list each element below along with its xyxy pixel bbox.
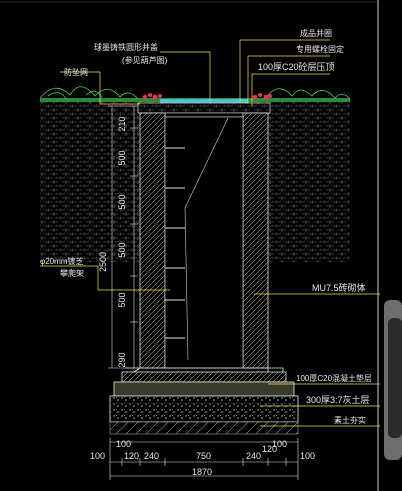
label-ladder-2: 攀爬架 — [60, 268, 84, 278]
label-cover: 球墨铸铁圆形井盖 — [94, 42, 158, 52]
wall-left — [139, 112, 166, 369]
label-cover-note: (参见葫芦图) — [122, 55, 168, 65]
label-masonry: MU7.5砖砌体 — [312, 282, 366, 293]
dim-100-left: 100 — [90, 451, 105, 461]
manhole-section-drawing: 210 500 500 2500 500 500 290 100 100 100… — [0, 0, 402, 491]
manhole-cover — [160, 99, 248, 103]
dim-240-left: 240 — [144, 451, 159, 461]
dim-500-c: 500 — [117, 242, 127, 257]
dim-290: 290 — [117, 352, 127, 367]
label-finished-ring: 成品井圈 — [300, 28, 332, 38]
wall-right — [242, 112, 269, 369]
dim-120-right: 120 — [262, 444, 277, 454]
dim-b-100-left: 100 — [116, 439, 131, 449]
dim-750: 750 — [196, 451, 211, 461]
shrub-left — [39, 86, 139, 100]
dim-210: 210 — [117, 116, 127, 131]
label-pressure-ring: 100厚C20砼层压顶 — [258, 61, 335, 72]
dim-100-right: 100 — [300, 451, 315, 461]
shrub-right — [264, 88, 351, 100]
label-anti-fall-net: 防坠网 — [64, 67, 88, 77]
label-compacted: 素土夯实 — [334, 415, 366, 425]
dim-500-a: 500 — [117, 150, 127, 165]
dim-120-left: 120 — [124, 451, 139, 461]
label-bolt-fix: 专用螺栓固定 — [296, 44, 344, 54]
dim-2500: 2500 — [98, 252, 108, 272]
label-lime-soil: 300厚3:7灰土层 — [306, 394, 370, 405]
dim-500-b: 500 — [117, 194, 127, 209]
concrete-cushion — [113, 381, 295, 397]
base-slab — [121, 371, 287, 383]
shaft-interior — [164, 116, 244, 369]
compacted-soil — [109, 421, 299, 435]
dim-1870: 1870 — [192, 467, 212, 477]
dim-500-d: 500 — [117, 292, 127, 307]
label-ladder: φ20mm镀芝 — [40, 256, 83, 266]
dim-240-right: 240 — [246, 451, 261, 461]
label-cushion: 100厚C20混凝土垫层 — [296, 373, 372, 383]
lime-soil-layer — [109, 395, 299, 423]
